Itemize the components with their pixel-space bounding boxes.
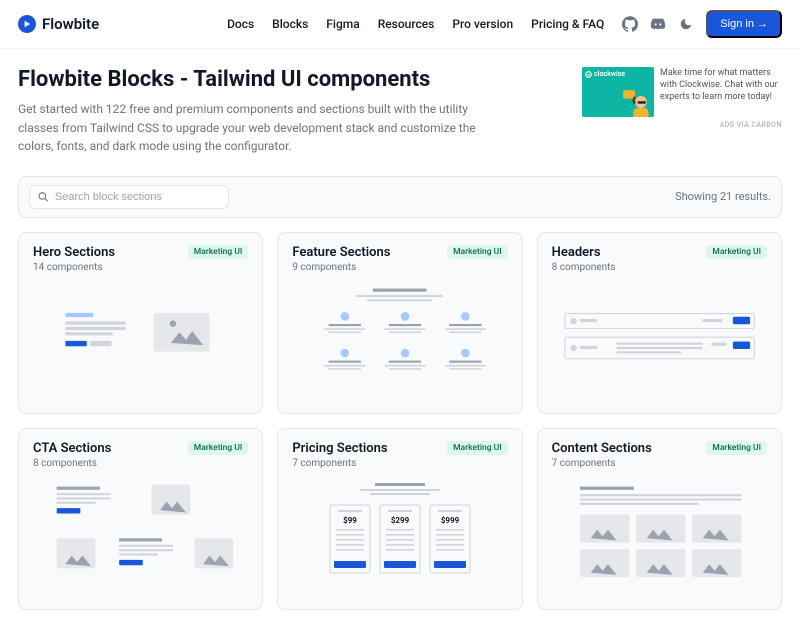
brand[interactable]: Flowbite — [18, 15, 99, 33]
block-grid: Hero Sections 14 components Marketing UI — [18, 232, 782, 610]
discord-icon[interactable] — [650, 16, 666, 32]
results-count: Showing 21 results. — [675, 190, 771, 203]
svg-text:$299: $299 — [391, 516, 410, 525]
category-badge: Marketing UI — [706, 245, 767, 259]
card-pricing-sections[interactable]: Pricing Sections 7 components Marketing … — [277, 428, 522, 610]
search-icon — [38, 191, 49, 203]
card-subtitle: 8 components — [552, 262, 616, 273]
nav-resources[interactable]: Resources — [378, 17, 435, 31]
page-header: Flowbite Blocks - Tailwind UI components… — [18, 67, 558, 156]
svg-text:$999: $999 — [441, 516, 460, 525]
card-subtitle: 14 components — [33, 262, 115, 273]
card-cta-sections[interactable]: CTA Sections 8 components Marketing UI — [18, 428, 263, 610]
card-subtitle: 8 components — [33, 458, 111, 469]
card-content-sections[interactable]: Content Sections 7 components Marketing … — [537, 428, 782, 610]
card-preview: $99 $299 $999 — [292, 477, 507, 597]
svg-text:$99: $99 — [343, 516, 357, 525]
category-badge: Marketing UI — [188, 245, 249, 259]
card-feature-sections[interactable]: Feature Sections 9 components Marketing … — [277, 232, 522, 414]
card-hero-sections[interactable]: Hero Sections 14 components Marketing UI — [18, 232, 263, 414]
nav-docs[interactable]: Docs — [227, 17, 254, 31]
card-preview — [33, 477, 248, 597]
nav-links: Docs Blocks Figma Resources Pro version … — [227, 10, 782, 38]
card-title: Headers — [552, 245, 616, 260]
page-title: Flowbite Blocks - Tailwind UI components — [18, 67, 558, 92]
nav-blocks[interactable]: Blocks — [272, 17, 308, 31]
card-preview — [33, 281, 248, 401]
brand-logo-icon — [18, 15, 36, 33]
ad-image: clockwise — [582, 67, 654, 117]
ad-attribution: ADS VIA CARBON — [720, 121, 782, 129]
card-subtitle: 7 components — [552, 458, 652, 469]
card-preview — [292, 281, 507, 401]
top-nav: Flowbite Docs Blocks Figma Resources Pro… — [0, 0, 800, 49]
category-badge: Marketing UI — [188, 441, 249, 455]
darkmode-icon[interactable] — [678, 16, 694, 32]
card-subtitle: 7 components — [292, 458, 387, 469]
category-badge: Marketing UI — [706, 441, 767, 455]
brand-name: Flowbite — [42, 15, 99, 33]
category-badge: Marketing UI — [447, 441, 508, 455]
github-icon[interactable] — [622, 16, 638, 32]
carbon-ad[interactable]: clockwise Make time for what matters wit… — [582, 67, 782, 129]
nav-pro[interactable]: Pro version — [452, 17, 513, 31]
card-title: Pricing Sections — [292, 441, 387, 456]
nav-pricing[interactable]: Pricing & FAQ — [531, 17, 604, 31]
search-box[interactable] — [29, 185, 229, 209]
card-title: CTA Sections — [33, 441, 111, 456]
search-toolbar: Showing 21 results. — [18, 176, 782, 218]
ad-text: Make time for what matters with Clockwis… — [660, 67, 782, 103]
card-preview — [552, 477, 767, 597]
card-headers[interactable]: Headers 8 components Marketing UI — [537, 232, 782, 414]
nav-right: Sign in → — [622, 10, 782, 38]
card-title: Hero Sections — [33, 245, 115, 260]
category-badge: Marketing UI — [447, 245, 508, 259]
nav-figma[interactable]: Figma — [326, 17, 359, 31]
card-preview — [552, 281, 767, 401]
page-subtitle: Get started with 122 free and premium co… — [18, 100, 498, 156]
search-input[interactable] — [55, 191, 220, 203]
card-subtitle: 9 components — [292, 262, 390, 273]
ad-brand-clockwise: clockwise — [585, 70, 625, 78]
sign-in-button[interactable]: Sign in → — [706, 10, 782, 38]
card-title: Content Sections — [552, 441, 652, 456]
card-title: Feature Sections — [292, 245, 390, 260]
